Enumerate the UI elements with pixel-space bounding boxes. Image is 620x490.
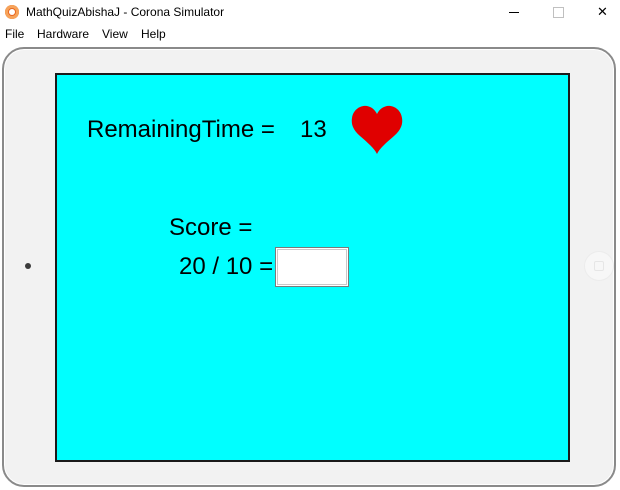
menu-help[interactable]: Help xyxy=(141,27,166,41)
window-title: MathQuizAbishaJ - Corona Simulator xyxy=(26,5,225,19)
menu-view[interactable]: View xyxy=(102,27,128,41)
maximize-icon xyxy=(553,6,564,18)
heart-icon xyxy=(351,105,403,154)
camera-dot xyxy=(25,263,31,269)
answer-input[interactable] xyxy=(275,247,349,287)
remaining-time-label: RemainingTime = xyxy=(87,116,275,143)
menu-bar: File Hardware View Help xyxy=(0,25,620,43)
corona-app-icon xyxy=(5,5,19,19)
close-button[interactable]: ✕ xyxy=(580,0,620,24)
menu-hardware[interactable]: Hardware xyxy=(37,27,89,41)
score-label: Score = xyxy=(169,214,253,241)
heart-shape xyxy=(351,105,403,154)
close-icon: ✕ xyxy=(597,4,608,19)
remaining-time-value: 13 xyxy=(300,116,327,143)
minimize-icon xyxy=(508,11,519,13)
home-button[interactable] xyxy=(585,252,613,280)
maximize-button[interactable] xyxy=(536,0,581,24)
menu-file[interactable]: File xyxy=(5,27,24,41)
title-bar: MathQuizAbishaJ - Corona Simulator ✕ xyxy=(0,0,620,24)
question-text: 20 / 10 = xyxy=(179,253,274,280)
minimize-button[interactable] xyxy=(491,0,536,24)
